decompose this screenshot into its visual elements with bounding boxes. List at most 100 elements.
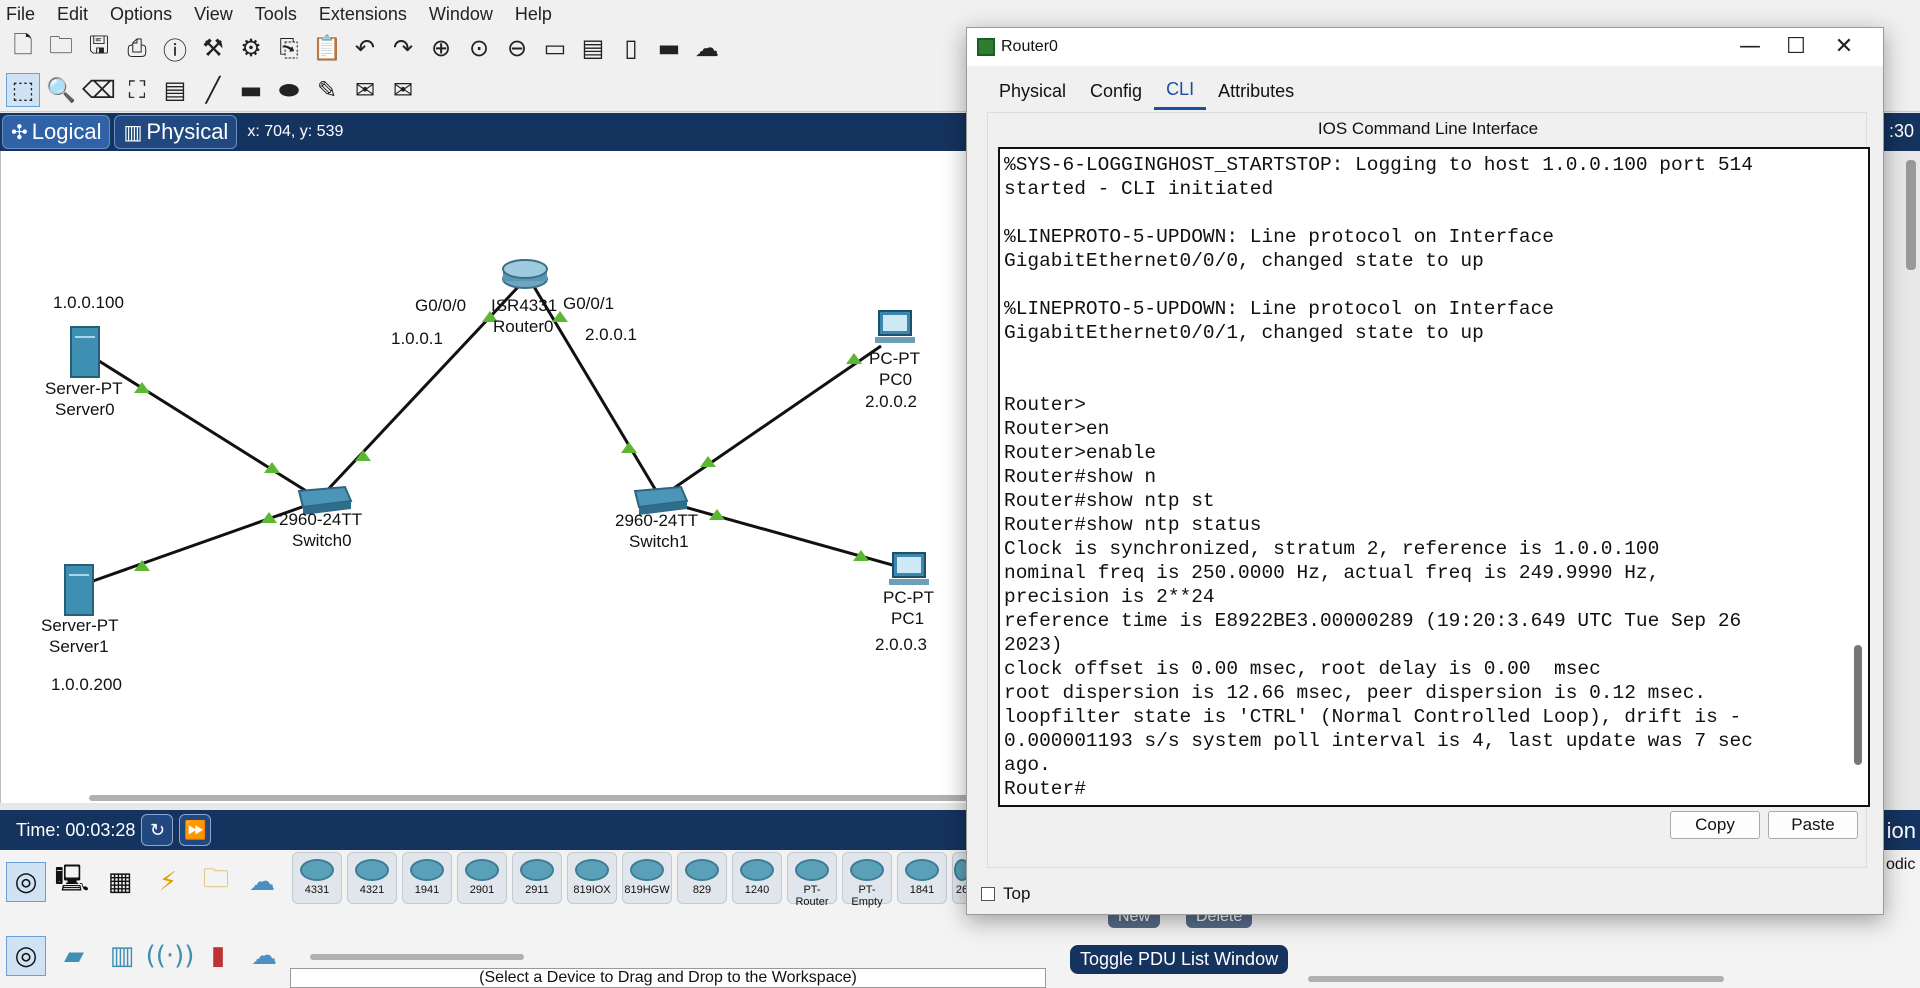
hubs-subcategory-icon[interactable]: ▥	[102, 936, 142, 976]
link-switch1-pc0	[660, 344, 882, 499]
cli-output[interactable]: %SYS-6-LOGGINGHOST_STARTSTOP: Logging to…	[1000, 149, 1868, 805]
tab-config[interactable]: Config	[1078, 72, 1154, 110]
pc1-name-label: PC1	[891, 609, 925, 628]
zoom-in-icon[interactable]: ⊕	[424, 31, 458, 65]
right-panel-scrollbar[interactable]	[1906, 160, 1916, 270]
tab-attributes[interactable]: Attributes	[1206, 72, 1306, 110]
simple-pdu-icon[interactable]: ✉	[348, 73, 382, 107]
redo-icon[interactable]: ↷	[386, 31, 420, 65]
pdu-scrollbar[interactable]	[1308, 976, 1724, 982]
info-icon[interactable]: ⓘ	[158, 31, 192, 65]
paste-button[interactable]: Paste	[1768, 811, 1858, 839]
menu-options[interactable]: Options	[110, 4, 172, 25]
topology-links	[64, 259, 929, 616]
open-folder-icon[interactable]: 🗀	[44, 31, 78, 65]
new-file-icon[interactable]: 🗋	[6, 31, 40, 65]
menu-file[interactable]: File	[6, 4, 35, 25]
freeform-icon[interactable]: ✎	[310, 73, 344, 107]
model-1240[interactable]: 1240	[732, 852, 782, 904]
maximize-icon[interactable]: ☐	[1781, 34, 1811, 59]
inspect-icon[interactable]: 🔍	[44, 73, 78, 107]
delete-icon[interactable]: ⌫	[82, 73, 116, 107]
top-checkbox[interactable]	[981, 887, 995, 901]
logical-view-button[interactable]: ✣ Logical	[2, 115, 111, 149]
end-devices-category-icon[interactable]: 🖳	[52, 862, 92, 902]
server0-ip-label: 1.0.0.100	[53, 293, 124, 312]
zoom-out-icon[interactable]: ⊖	[500, 31, 534, 65]
top-checkbox-row[interactable]: Top	[981, 884, 1030, 904]
model-1841[interactable]: 1841	[897, 852, 947, 904]
workspace-horizontal-scrollbar[interactable]	[89, 795, 969, 801]
print-icon[interactable]: ⎙	[120, 31, 154, 65]
iface-g001-label: G0/0/1	[563, 294, 615, 313]
paste-icon[interactable]: 📋	[310, 31, 344, 65]
wireless-subcategory-icon[interactable]: ((·))	[146, 936, 195, 976]
network-devices-category-icon[interactable]: ◎	[6, 862, 46, 902]
model-1941[interactable]: 1941	[402, 852, 452, 904]
menu-help[interactable]: Help	[515, 4, 552, 25]
cli-terminal[interactable]: %SYS-6-LOGGINGHOST_STARTSTOP: Logging to…	[998, 147, 1870, 807]
place-note-icon[interactable]: ▤	[158, 73, 192, 107]
draw-rectangle-icon[interactable]: ▬	[234, 73, 268, 107]
zoom-reset-icon[interactable]: ⊙	[462, 31, 496, 65]
physical-view-button[interactable]: ▥ Physical	[114, 115, 238, 149]
model-4321[interactable]: 4321	[347, 852, 397, 904]
power-cycle-icon[interactable]: ↻	[141, 814, 174, 846]
model-4331[interactable]: 4331	[292, 852, 342, 904]
tab-cli[interactable]: CLI	[1154, 72, 1207, 110]
model-819hgw[interactable]: 819HGW	[622, 852, 672, 904]
undo-icon[interactable]: ↶	[348, 31, 382, 65]
switches-subcategory-icon[interactable]: ▰	[54, 936, 94, 976]
copy-icon[interactable]: ⎘	[272, 31, 306, 65]
connections-category-icon[interactable]: ⚡	[148, 862, 188, 902]
palette-scrollbar[interactable]	[310, 954, 524, 960]
link-server0-switch0	[98, 359, 320, 501]
components-category-icon[interactable]: ▦	[100, 862, 140, 902]
model-829[interactable]: 829	[677, 852, 727, 904]
draw-ellipse-icon[interactable]: ⬬	[272, 73, 306, 107]
misc-category-icon[interactable]: 🗀	[196, 862, 236, 902]
menu-window[interactable]: Window	[429, 4, 493, 25]
routers-subcategory-icon[interactable]: ◎	[6, 936, 46, 976]
server0-name-label: Server0	[55, 400, 115, 419]
menu-edit[interactable]: Edit	[57, 4, 88, 25]
network-device-icon[interactable]: ▬	[652, 31, 686, 65]
model-2901[interactable]: 2901	[457, 852, 507, 904]
save-icon[interactable]: 🖫	[82, 31, 116, 65]
port-up-indicator	[621, 442, 637, 453]
model-819iox[interactable]: 819IOX	[567, 852, 617, 904]
custom-devices-dialog-icon[interactable]: ▤	[576, 31, 610, 65]
security-subcategory-icon[interactable]: ▮	[198, 936, 238, 976]
complex-pdu-icon[interactable]: ✉	[386, 73, 420, 107]
menu-tools[interactable]: Tools	[255, 4, 297, 25]
close-icon[interactable]: ✕	[1829, 34, 1859, 59]
toggle-pdu-list-button[interactable]: Toggle PDU List Window	[1070, 945, 1289, 974]
draw-line-icon[interactable]: ╱	[196, 73, 230, 107]
drawing-palette-icon[interactable]: ▭	[538, 31, 572, 65]
cli-scrollbar-thumb[interactable]	[1854, 645, 1862, 765]
minimize-icon[interactable]: —	[1735, 34, 1765, 59]
router0-titlebar[interactable]: Router0 — ☐ ✕	[967, 28, 1883, 66]
wan-emulation-subcategory-icon[interactable]: ☁	[244, 936, 284, 976]
activity-wizard-icon[interactable]: ⚒	[196, 31, 230, 65]
cli-scrollbar[interactable]	[1854, 145, 1862, 765]
notes-icon[interactable]: ▯	[614, 31, 648, 65]
cloud-icon[interactable]: ☁	[690, 31, 724, 65]
logical-workspace[interactable]: 1.0.0.100 Server-PT Server0 Server-PT Se…	[0, 151, 980, 803]
select-icon[interactable]: ⬚	[6, 72, 40, 107]
cursor-coords: x: 704, y: 539	[247, 123, 344, 140]
model-pt-router[interactable]: PT-Router	[787, 852, 837, 908]
model-2911[interactable]: 2911	[512, 852, 562, 904]
menu-extensions[interactable]: Extensions	[319, 4, 407, 25]
model-pt-empty[interactable]: PT-Empty	[842, 852, 892, 908]
top-checkbox-label: Top	[1003, 884, 1031, 903]
physical-icon: ▥	[123, 120, 143, 144]
fast-forward-icon[interactable]: ⏩	[179, 814, 212, 846]
copy-button[interactable]: Copy	[1670, 811, 1760, 839]
multiuser-category-icon[interactable]: ☁	[242, 862, 282, 902]
pc0-icon	[875, 310, 915, 343]
custom-device-icon[interactable]: ⚙	[234, 31, 268, 65]
menu-view[interactable]: View	[194, 4, 233, 25]
tab-physical[interactable]: Physical	[987, 72, 1078, 110]
resize-icon[interactable]: ⛶	[120, 73, 154, 107]
